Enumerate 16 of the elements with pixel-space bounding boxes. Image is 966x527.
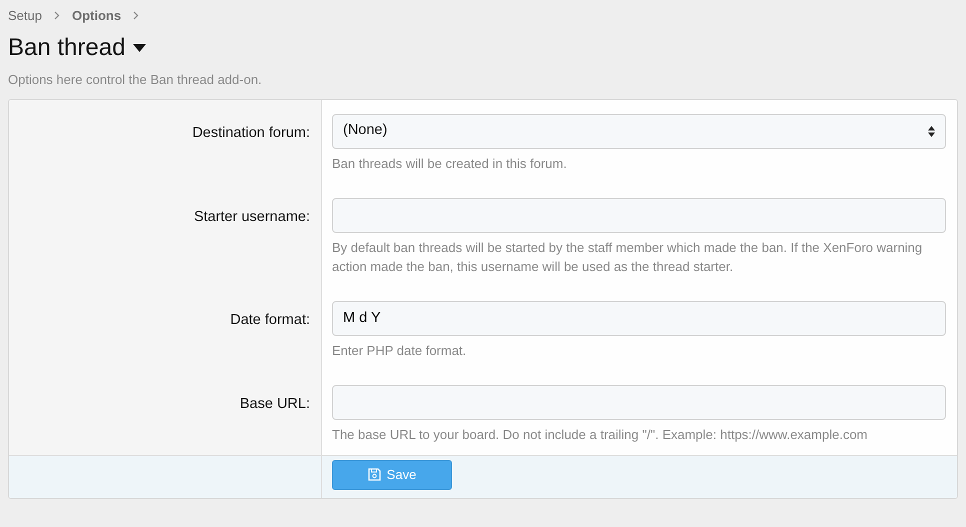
field-label: Destination forum: (192, 124, 310, 143)
select-value: (None) (343, 121, 388, 140)
breadcrumb-link[interactable]: Options (72, 6, 122, 26)
field-label: Date format: (230, 310, 310, 330)
field-label: Starter username: (194, 208, 310, 227)
field-hint: Ban threads will be created in this forum. (332, 154, 568, 173)
page-description: Options here control the Ban thread add-on. (8, 71, 263, 90)
field-hint: By default ban threads will be started by the staff member which made the ban. If the XenForo warning action made the ban, this username will be used as the thread starter. (332, 238, 924, 276)
field-hint: The base URL to your board. Do not include a trailing "/". Example: https://www.example.com (332, 426, 869, 444)
breadcrumb-link[interactable]: Setup (8, 6, 42, 26)
page-title: Ban thread (8, 34, 126, 62)
save-button[interactable]: Save (332, 460, 452, 490)
field-hint: Enter PHP date format. (332, 342, 468, 360)
input-field[interactable]: M d Y (332, 300, 946, 336)
field-label: Base URL: (240, 394, 310, 414)
select-field[interactable]: (None) (332, 114, 946, 149)
